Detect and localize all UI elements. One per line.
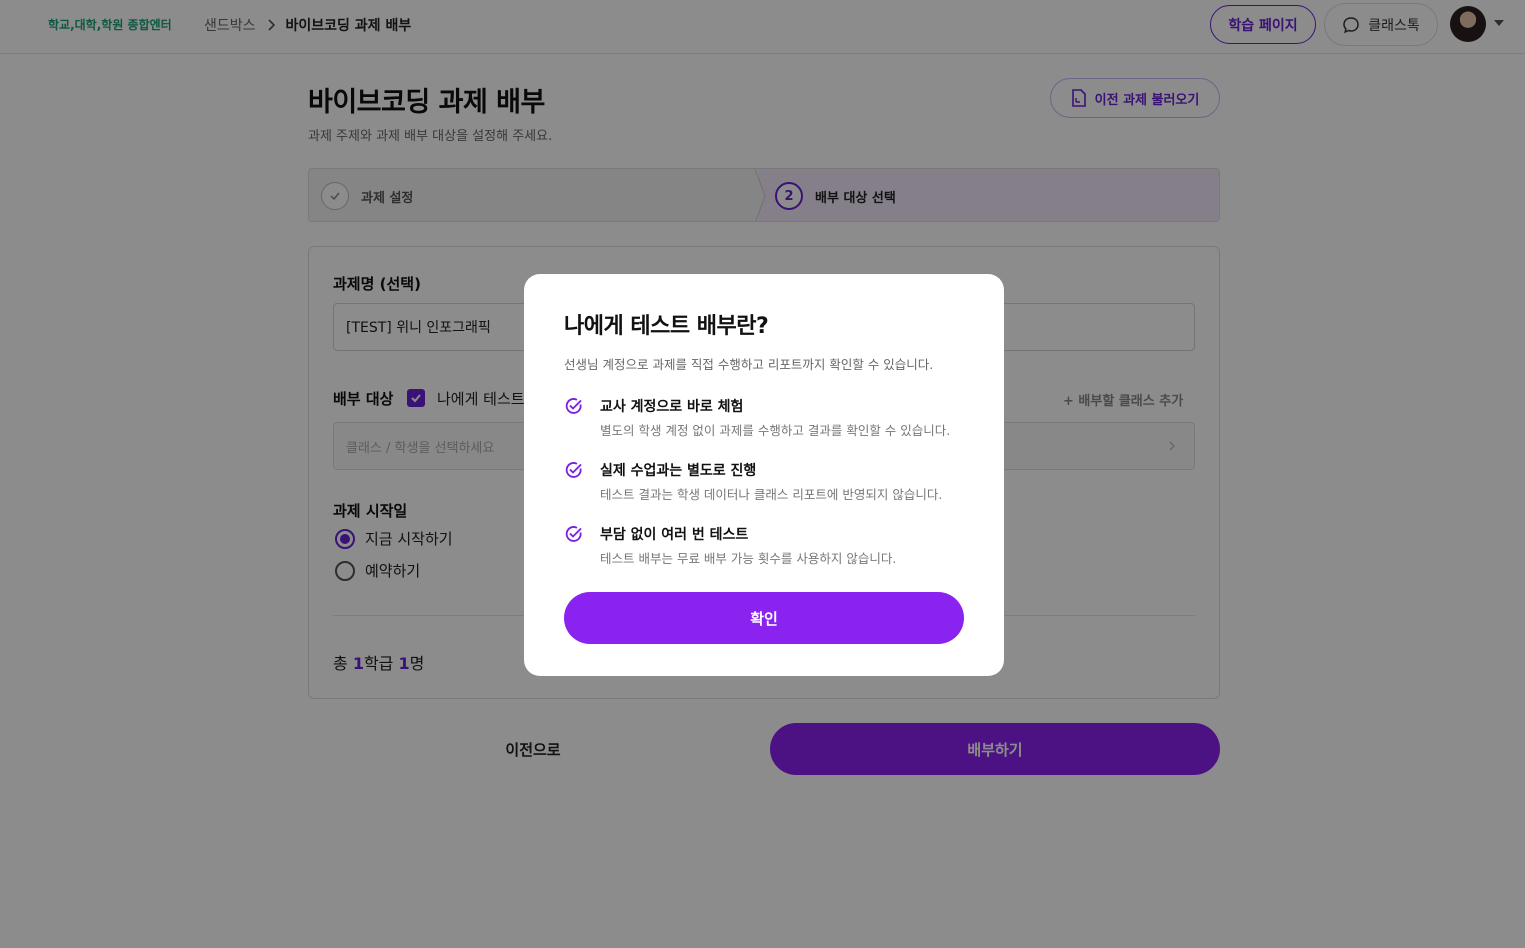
test-assign-info-modal: 나에게 테스트 배부란? 선생님 계정으로 과제를 직접 수행하고 리포트까지 … [524,274,1004,676]
modal-item-title: 교사 계정으로 바로 체험 [600,399,744,415]
modal-item-title: 부담 없이 여러 번 테스트 [600,527,749,543]
modal-item-desc: 별도의 학생 계정 없이 과제를 수행하고 결과를 확인할 수 있습니다. [600,423,951,438]
check-circle-icon [565,462,582,478]
modal-item-title: 실제 수업과는 별도로 진행 [600,463,757,479]
modal-item-desc: 테스트 결과는 학생 데이터나 클래스 리포트에 반영되지 않습니다. [600,487,943,502]
modal-description: 선생님 계정으로 과제를 직접 수행하고 리포트까지 확인할 수 있습니다. [564,357,934,372]
modal-title: 나에게 테스트 배부란? [564,314,769,339]
modal-item-desc: 테스트 배부는 무료 배부 가능 횟수를 사용하지 않습니다. [600,551,897,566]
check-circle-icon [565,526,582,542]
confirm-button[interactable]: 확인 [564,592,964,644]
check-circle-icon [565,398,582,414]
